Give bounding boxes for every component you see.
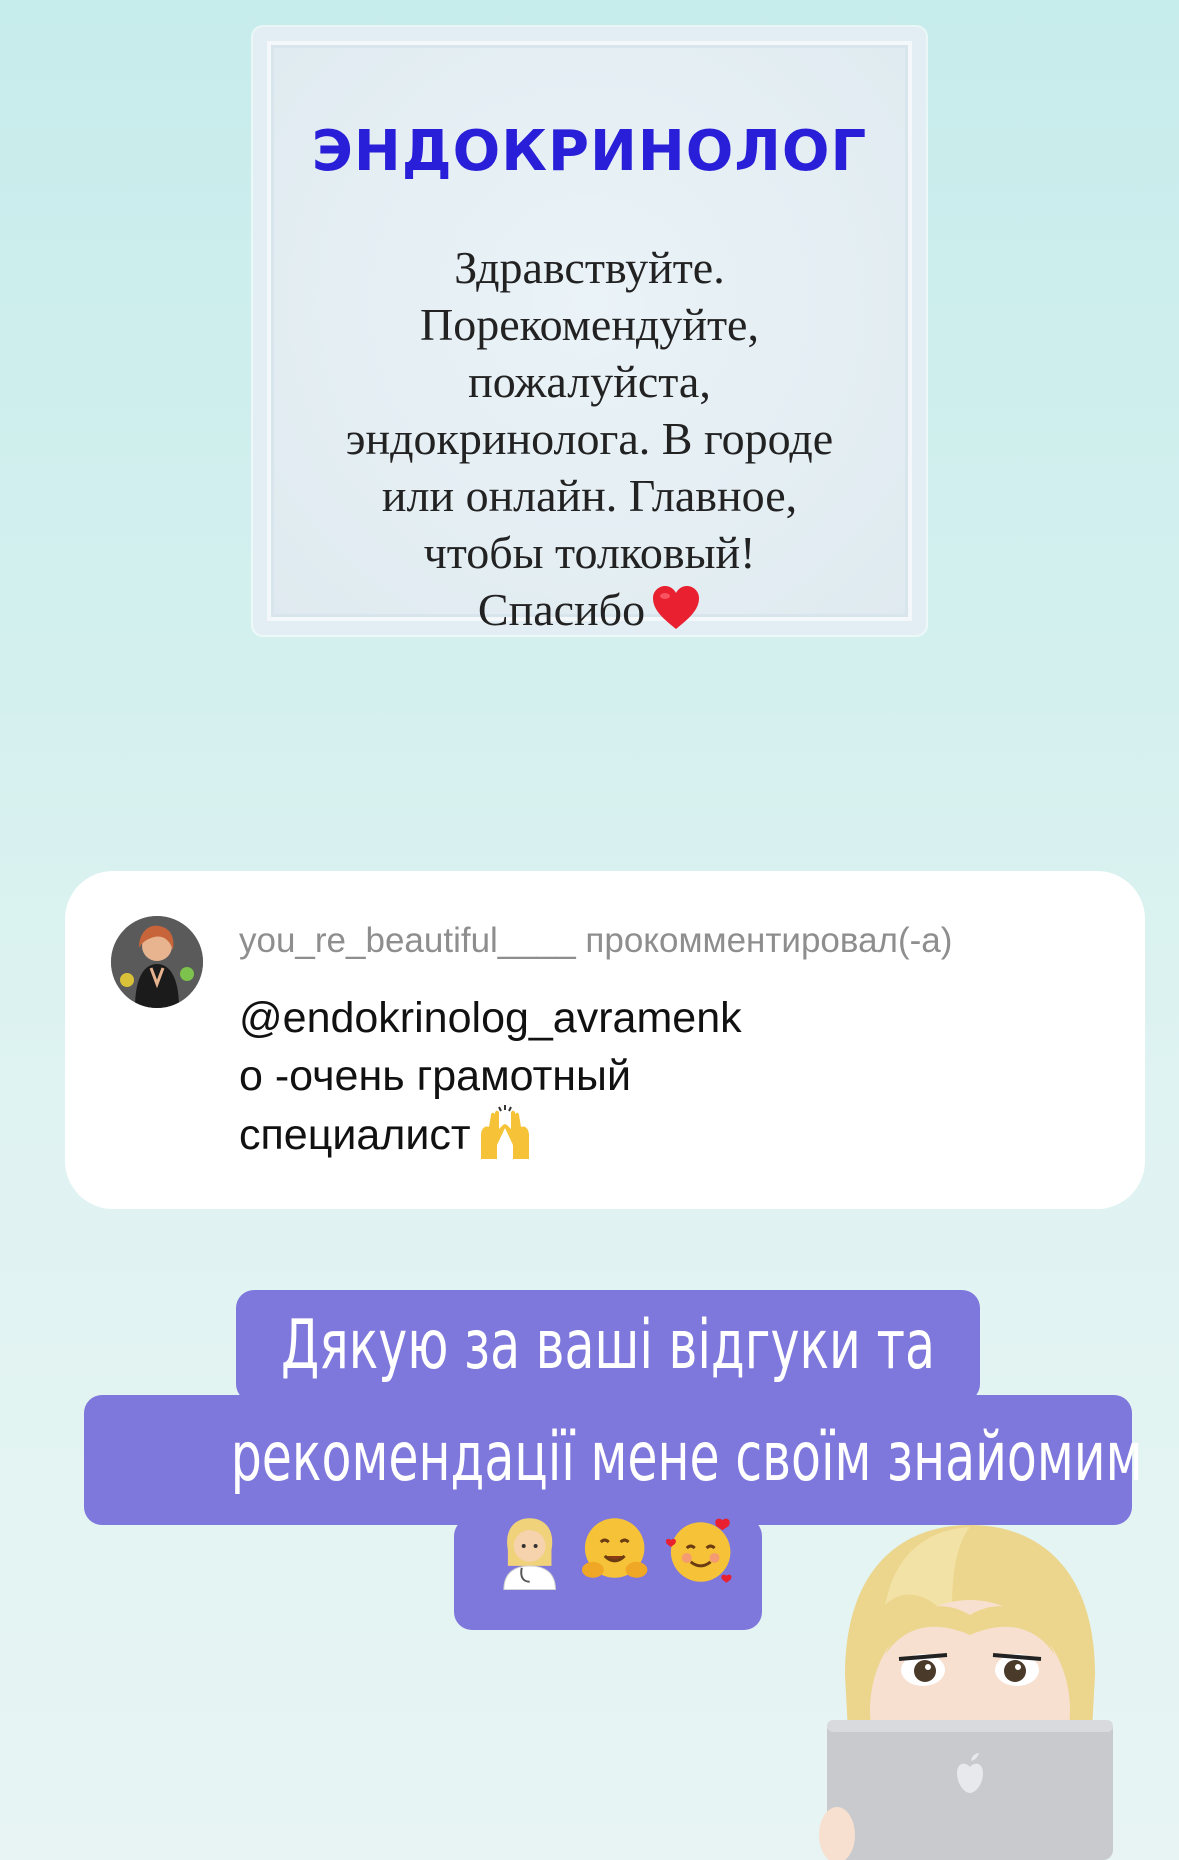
comment-text: @endokrinolog_avramenk о -очень грамотны… <box>239 989 742 1164</box>
question-line: эндокринолога. В городе <box>345 413 834 464</box>
question-text: Здравствуйте. Порекомендуйте, пожалуйста… <box>273 239 906 638</box>
question-line: Здравствуйте. <box>454 242 725 293</box>
question-line: чтобы толковый! <box>423 527 756 578</box>
comment-line: специалист <box>239 1111 471 1159</box>
doctor-woman-icon <box>503 1518 556 1590</box>
reply-text-line-2: рекомендації мене своїм знайомим <box>230 1418 1143 1497</box>
question-line: Спасибо <box>477 584 646 635</box>
question-card: ЭНДОКРИНОЛОГ Здравствуйте. Порекомендуйт… <box>253 27 926 635</box>
comment-line: о -очень грамотный <box>239 1052 631 1100</box>
raised-hands-icon <box>480 1105 529 1159</box>
question-last-line: Спасибо <box>273 581 906 638</box>
avatar-image <box>111 916 203 1008</box>
avatar[interactable] <box>111 916 203 1008</box>
question-line: или онлайн. Главное, <box>381 470 798 521</box>
comment-header: you_re_beautiful____ прокомментировал(-а… <box>239 921 952 961</box>
comment-username[interactable]: you_re_beautiful____ <box>239 921 576 960</box>
hugging-face-icon <box>582 1518 648 1578</box>
reply-emoji-row <box>490 1510 740 1600</box>
comment-action: прокомментировал(-а) <box>585 921 953 960</box>
reply-text-line-1: Дякую за ваші відгуки та <box>281 1306 935 1385</box>
question-line: Порекомендуйте, <box>420 299 759 350</box>
memoji-sticker <box>819 1525 1113 1860</box>
heart-icon <box>653 586 700 629</box>
question-line: пожалуйста, <box>468 356 711 407</box>
comment-last-line: специалист <box>239 1105 742 1164</box>
smiling-face-hearts-icon <box>665 1518 732 1583</box>
comment-card[interactable]: you_re_beautiful____ прокомментировал(-а… <box>65 871 1145 1209</box>
comment-mention[interactable]: @endokrinolog_avramenk <box>239 989 742 1047</box>
question-title: ЭНДОКРИНОЛОГ <box>311 119 868 184</box>
